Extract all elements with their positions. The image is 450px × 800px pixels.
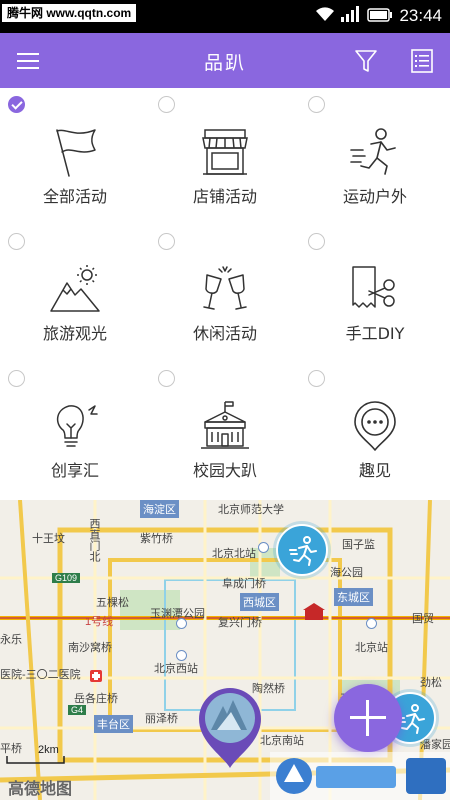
status-bar: 腾牛网 www.qqtn.com 23:44 xyxy=(0,0,450,33)
activity-marker-sports[interactable] xyxy=(276,524,328,576)
app-bar: 品趴 xyxy=(0,33,450,88)
photo-location-pin[interactable] xyxy=(197,686,263,770)
category-label: 趣见 xyxy=(358,461,391,480)
category-checkbox[interactable] xyxy=(158,370,175,387)
map-label: 劲松 xyxy=(420,677,442,689)
map-scale: 2km xyxy=(6,744,66,769)
category-checkbox[interactable] xyxy=(8,96,25,113)
map-label: 十王坟 xyxy=(32,533,65,545)
wine-glasses-icon xyxy=(203,266,247,310)
map-poi xyxy=(366,618,377,629)
category-checkbox[interactable] xyxy=(8,233,25,250)
storefront-icon xyxy=(202,129,248,175)
category-tourism[interactable]: 旅游观光 xyxy=(0,225,150,362)
category-label: 店铺活动 xyxy=(192,187,257,206)
category-label: 创享汇 xyxy=(50,461,99,480)
map-label: 海公园 xyxy=(330,567,363,579)
category-checkbox[interactable] xyxy=(308,96,325,113)
school-building-icon xyxy=(201,401,249,449)
category-handmade-diy[interactable]: 手工DIY xyxy=(300,225,450,362)
map-label: 紫竹桥 xyxy=(140,533,173,545)
running-person-icon xyxy=(289,536,317,566)
map-label: 复兴门桥 xyxy=(218,617,262,629)
map-label: 岳各庄桥 xyxy=(74,693,118,705)
category-leisure[interactable]: 休闲活动 xyxy=(150,225,300,362)
list-view-button[interactable] xyxy=(408,47,436,75)
map-label: 北京西站 xyxy=(154,663,198,675)
category-label: 运动户外 xyxy=(342,187,407,206)
map-provider-logo: 高德地图 xyxy=(8,779,73,798)
category-label: 休闲活动 xyxy=(192,324,257,343)
site-watermark: 腾牛网 www.qqtn.com xyxy=(2,4,137,22)
map-label: 北京南站 xyxy=(260,735,304,747)
wifi-icon xyxy=(315,6,335,26)
map-label: 医院-三〇二医院 xyxy=(0,669,81,681)
category-label: 旅游观光 xyxy=(42,324,107,343)
category-campus-party[interactable]: 校园大趴 xyxy=(150,362,300,499)
clock: 23:44 xyxy=(399,6,442,25)
map-label: 国贸 xyxy=(412,613,434,625)
category-checkbox[interactable] xyxy=(158,96,175,113)
category-checkbox[interactable] xyxy=(308,233,325,250)
category-label: 手工DIY xyxy=(345,324,405,343)
category-checkbox[interactable] xyxy=(158,233,175,250)
site-watermark-logo xyxy=(270,752,450,800)
category-grid: 全部活动 店铺活动 运动户外 旅游观光 休闲活动 手工DIY 创享汇 校园大趴 … xyxy=(0,88,450,500)
battery-icon xyxy=(367,7,393,26)
map-poi xyxy=(176,650,187,661)
filter-button[interactable] xyxy=(352,47,380,75)
category-meetups[interactable]: 趣见 xyxy=(300,362,450,499)
status-icons: 23:44 xyxy=(315,6,442,26)
map-poi xyxy=(258,542,269,553)
category-checkbox[interactable] xyxy=(308,370,325,387)
map-label: 北京师范大学 xyxy=(218,504,284,516)
mountain-sun-icon xyxy=(50,265,100,312)
category-sports-outdoor[interactable]: 运动户外 xyxy=(300,88,450,225)
map-label: 阜成门桥 xyxy=(222,578,266,590)
map-poi xyxy=(176,618,187,629)
map-label: 西直门北 xyxy=(88,518,100,562)
category-checkbox[interactable] xyxy=(8,370,25,387)
map-label: 丽泽桥 xyxy=(145,713,178,725)
map-label: 南沙窝桥 xyxy=(68,642,112,654)
map-label: G4 xyxy=(68,705,87,715)
category-label: 校园大趴 xyxy=(192,461,257,480)
category-shop-activities[interactable]: 店铺活动 xyxy=(150,88,300,225)
map-label: 国子监 xyxy=(342,539,375,551)
category-innovation[interactable]: 创享汇 xyxy=(0,362,150,499)
add-activity-button[interactable] xyxy=(334,684,402,752)
running-person-icon xyxy=(350,128,396,175)
map-label: 海淀区 xyxy=(140,500,179,518)
filter-funnel-icon xyxy=(355,50,377,72)
map-scale-label: 2km xyxy=(38,744,59,756)
map-label: 东城区 xyxy=(334,588,373,606)
map-label: 丰台区 xyxy=(94,715,133,733)
chat-pin-icon xyxy=(354,401,396,451)
flag-icon xyxy=(56,129,96,177)
category-all-activities[interactable]: 全部活动 xyxy=(0,88,150,225)
map-label: G109 xyxy=(52,573,81,583)
map-label: 北京北站 xyxy=(212,548,256,560)
scissors-paper-icon xyxy=(352,266,395,308)
map-label: 1号线 xyxy=(85,616,114,628)
page-title: 品趴 xyxy=(203,52,246,74)
map-label: 西城区 xyxy=(240,593,279,611)
list-view-icon xyxy=(411,49,433,73)
category-label: 全部活动 xyxy=(42,187,107,206)
signal-icon xyxy=(341,6,361,26)
map-label: 北京站 xyxy=(355,642,388,654)
map-label: 五棵松 xyxy=(96,597,129,609)
light-bulb-icon xyxy=(56,405,98,447)
map-label: 永乐 xyxy=(0,634,22,646)
